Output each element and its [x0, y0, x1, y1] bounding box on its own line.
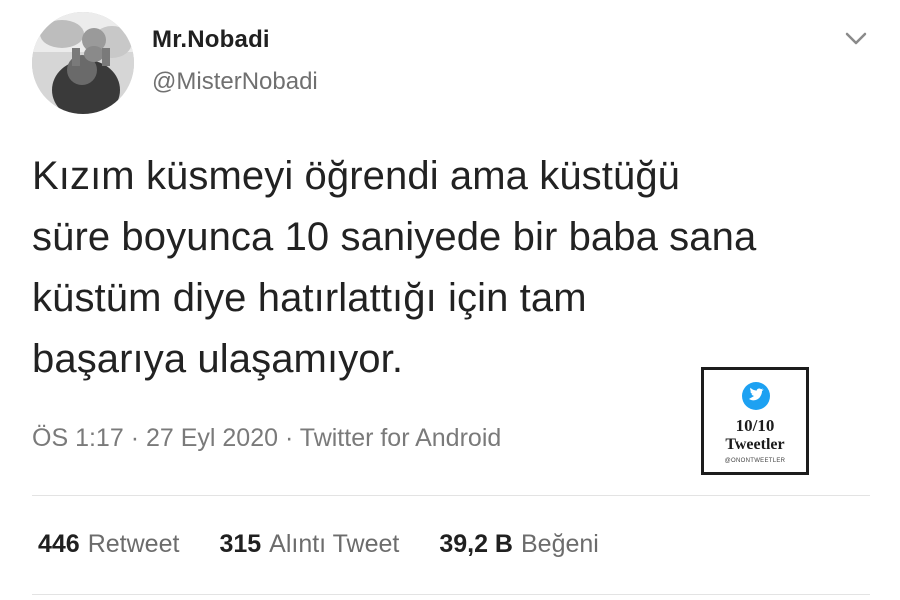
tweet-date[interactable]: 27 Eyl 2020 — [146, 424, 278, 452]
tweet-text-line: süre boyunca 10 saniyede bir baba sana — [32, 215, 757, 259]
divider — [32, 495, 870, 496]
quote-stat[interactable]: 315 Alıntı Tweet — [219, 530, 399, 559]
badge-credit: @ONONTWEETLER — [724, 458, 786, 464]
tweet-card: Mr.Nobadi @MisterNobadi Kızım küsmeyi öğ… — [0, 0, 900, 600]
meta-separator: · — [284, 424, 294, 452]
tweet-text-line: küstüm diye hatırlattığı için tam — [32, 276, 587, 320]
tweet-time[interactable]: ÖS 1:17 — [32, 424, 124, 452]
badge-title: Tweetler — [725, 436, 785, 453]
divider — [32, 594, 870, 595]
avatar[interactable] — [32, 12, 134, 114]
tweet-text: Kızım küsmeyi öğrendi ama küstüğü süre b… — [32, 146, 852, 390]
retweet-label: Retweet — [87, 530, 180, 558]
twitter-bird-icon — [742, 382, 770, 410]
user-handle[interactable]: @MisterNobadi — [152, 68, 318, 96]
like-label: Beğeni — [521, 530, 599, 558]
retweet-stat[interactable]: 446 Retweet — [38, 530, 179, 559]
quote-label: Alıntı Tweet — [269, 530, 400, 558]
meta-separator: · — [130, 424, 140, 452]
quote-count: 315 — [219, 530, 262, 558]
tweet-meta: ÖS 1:17 · 27 Eyl 2020 · Twitter for Andr… — [32, 424, 501, 453]
chevron-down-icon[interactable] — [842, 26, 870, 50]
like-count: 39,2 B — [439, 530, 513, 558]
tweet-source[interactable]: Twitter for Android — [300, 424, 501, 452]
tweet-text-line: Kızım küsmeyi öğrendi ama küstüğü — [32, 154, 681, 198]
avatar-photo — [32, 12, 134, 114]
retweet-count: 446 — [38, 530, 80, 558]
tweet-stats: 446 Retweet 315 Alıntı Tweet 39,2 B Beğe… — [38, 530, 599, 559]
display-name[interactable]: Mr.Nobadi — [152, 26, 270, 54]
like-stat[interactable]: 39,2 B Beğeni — [439, 530, 599, 559]
badge-score: 10/10 — [735, 416, 775, 435]
watermark-badge: 10/10 Tweetler @ONONTWEETLER — [701, 367, 809, 475]
